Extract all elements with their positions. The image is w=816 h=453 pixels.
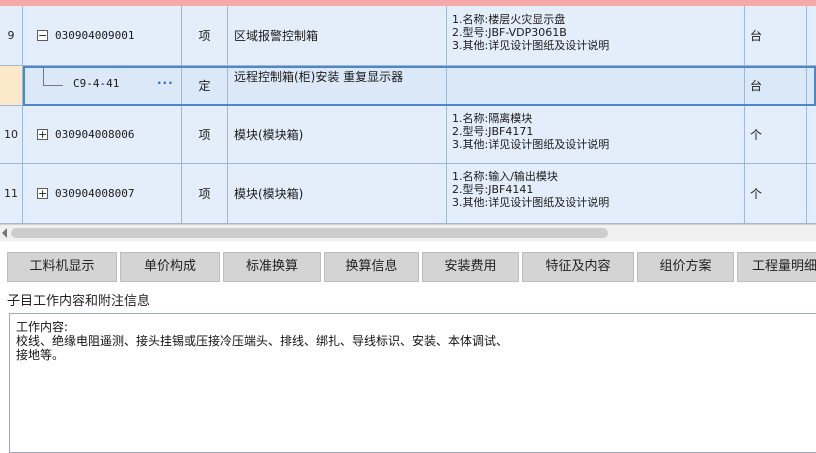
item-code: 030904008007 [55,187,135,200]
feature-line: 2.型号:JBF4141 [452,183,534,196]
name-cell[interactable]: 模块(模块箱) [228,106,447,164]
type-cell: 项 [182,106,228,164]
unit-cell: 台 [745,66,807,106]
content-line: 工作内容: [16,320,69,334]
feature-line: 1.名称:隔离模块 [452,112,533,125]
feature-cell[interactable]: 1.名称:输入/输出模块 2.型号:JBF4141 3.其他:详见设计图纸及设计… [447,164,745,224]
code-cell[interactable]: + 030904008006 [23,106,182,164]
table-row[interactable]: 10 + 030904008006 项 模块(模块箱) 1.名称:隔离模块 2.… [0,106,816,164]
bill-grid: 9 − 030904009001 项 区域报警控制箱 1.名称:楼层火灾显示盘 … [0,0,816,224]
feature-line: 3.其他:详见设计图纸及设计说明 [452,138,610,151]
extra-cell [807,106,816,164]
more-button[interactable]: ··· [157,76,174,90]
type-cell: 项 [182,164,228,224]
feature-line: 3.其他:详见设计图纸及设计说明 [452,39,610,52]
unit-cell: 个 [745,164,807,224]
feature-line: 2.型号:JBF-VDP3061B [452,26,567,39]
feature-line: 3.其他:详见设计图纸及设计说明 [452,196,610,209]
tab-conversion-info[interactable]: 换算信息 [324,252,419,282]
tab-quantity-detail[interactable]: 工程量明细 [737,252,816,282]
tree-line [43,85,63,86]
tab-unit-price[interactable]: 单价构成 [120,252,220,282]
name-cell[interactable]: 模块(模块箱) [228,164,447,224]
tab-install-fee[interactable]: 安装费用 [422,252,519,282]
tree-line [43,66,44,86]
row-number: 11 [0,164,23,224]
name-cell[interactable]: 区域报警控制箱 [228,6,447,66]
feature-cell[interactable]: 1.名称:隔离模块 2.型号:JBF4171 3.其他:详见设计图纸及设计说明 [447,106,745,164]
table-row[interactable]: 9 − 030904009001 项 区域报警控制箱 1.名称:楼层火灾显示盘 … [0,6,816,66]
feature-line: 1.名称:楼层火灾显示盘 [452,13,566,26]
tab-pricing-plan[interactable]: 组价方案 [637,252,734,282]
feature-line: 1.名称:输入/输出模块 [452,170,558,183]
item-code: 030904009001 [55,29,135,42]
content-line: 校线、绝缘电阻遥测、接头挂锡或压接冷压端头、排线、绑扎、导线标识、安装、本体调试… [16,334,509,348]
content-line: 接地等。 [16,348,65,362]
scroll-left-arrow-icon[interactable] [2,228,7,238]
tab-features-content[interactable]: 特征及内容 [522,252,634,282]
expand-icon[interactable]: + [37,188,48,199]
code-cell[interactable]: − 030904009001 [23,6,182,66]
row-number: 9 [0,6,23,66]
extra-cell [807,6,816,66]
type-cell: 项 [182,6,228,66]
scroll-thumb[interactable] [11,228,608,238]
table-row-selected[interactable]: C9-4-41 ··· 定 远程控制箱(柜)安装 重复显示器 台 [0,66,816,106]
horizontal-scrollbar[interactable] [0,224,816,241]
item-code: C9-4-41 [73,77,120,90]
section-title: 子目工作内容和附注信息 [7,294,151,309]
feature-cell[interactable]: 1.名称:楼层火灾显示盘 2.型号:JBF-VDP3061B 3.其他:详见设计… [447,6,745,66]
feature-cell[interactable] [447,66,745,106]
detail-tabs: 工料机显示 单价构成 标准换算 换算信息 安装费用 特征及内容 组价方案 工程量… [0,248,816,284]
row-number: 10 [0,106,23,164]
feature-line: 2.型号:JBF4171 [452,125,534,138]
type-cell: 定 [182,66,228,106]
unit-cell: 个 [745,106,807,164]
item-code: 030904008006 [55,128,135,141]
work-content-textarea[interactable]: 工作内容: 校线、绝缘电阻遥测、接头挂锡或压接冷压端头、排线、绑扎、导线标识、安… [9,313,816,453]
collapse-icon[interactable]: − [37,30,48,41]
code-cell[interactable]: C9-4-41 ··· [23,66,182,106]
extra-cell [807,66,816,106]
unit-cell: 台 [745,6,807,66]
code-cell[interactable]: + 030904008007 [23,164,182,224]
extra-cell [807,164,816,224]
table-row[interactable]: 11 + 030904008007 项 模块(模块箱) 1.名称:输入/输出模块… [0,164,816,224]
name-cell[interactable]: 远程控制箱(柜)安装 重复显示器 [228,66,447,106]
row-number [0,66,23,106]
tab-material-display[interactable]: 工料机显示 [7,252,117,282]
expand-icon[interactable]: + [37,129,48,140]
tab-standard-conversion[interactable]: 标准换算 [223,252,321,282]
